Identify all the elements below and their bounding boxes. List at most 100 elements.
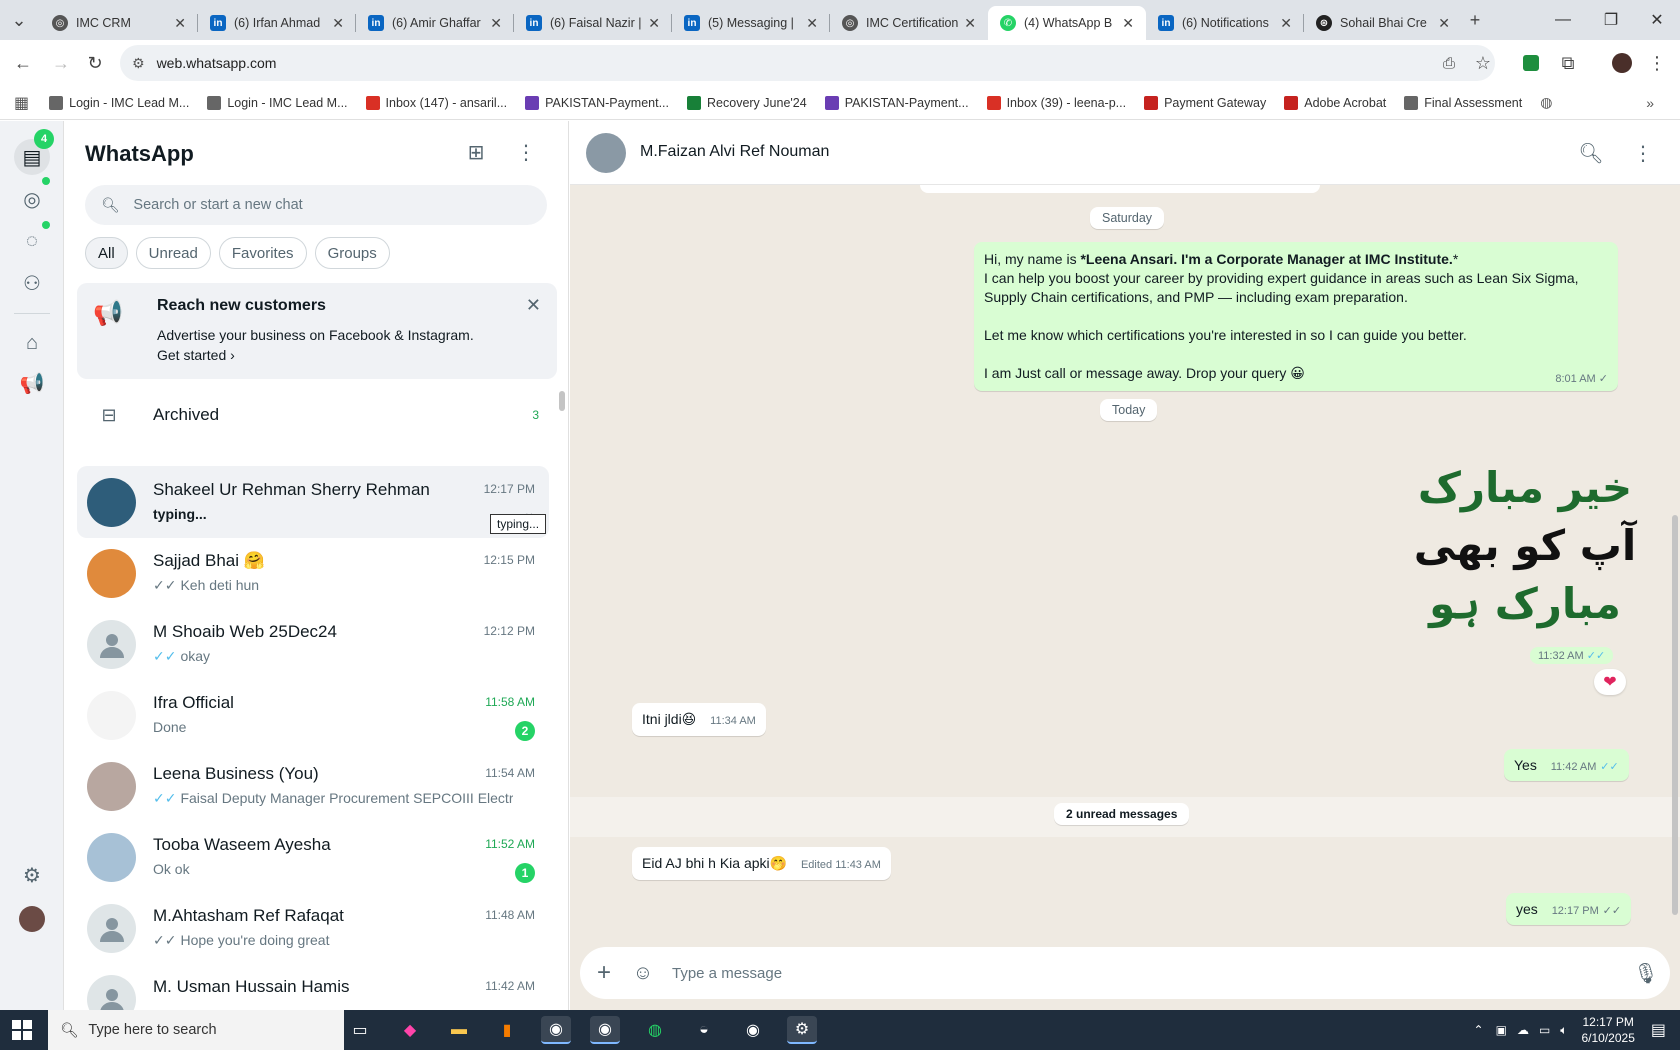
browser-tab[interactable]: in (6) Faisal Nazir | ✕ xyxy=(514,6,672,40)
message-input[interactable]: Type a message xyxy=(672,965,1622,982)
chevron-up-icon[interactable]: ⌃ xyxy=(1474,1023,1484,1037)
microphone-icon[interactable]: 🎙︎ xyxy=(1622,961,1670,986)
address-bar[interactable]: ⚙ web.whatsapp.com xyxy=(120,45,1495,81)
network-icon[interactable]: ▭ xyxy=(1539,1023,1550,1037)
browser-tab[interactable]: ✆ (4) WhatsApp B ✕ xyxy=(988,6,1146,40)
chat-list-item[interactable]: M Shoaib Web 25Dec24 12:12 PM ✓✓ okay xyxy=(77,608,549,680)
message-bubble[interactable]: yes 12:17 PM ✓✓ xyxy=(1506,893,1632,925)
search-icon[interactable]: 🔍︎ xyxy=(1576,138,1606,168)
bookmark-item[interactable]: Login - IMC Lead M... xyxy=(49,95,189,110)
communities-icon[interactable]: ⚇ xyxy=(16,267,48,299)
advertise-icon[interactable]: 📢 xyxy=(16,367,48,399)
bookmark-item[interactable]: Adobe Acrobat xyxy=(1284,95,1386,110)
chat-list-item[interactable]: Leena Business (You) 11:54 AM ✓✓ Faisal Dep… xyxy=(77,750,549,822)
archived-row[interactable]: ⊟ Archived 3 xyxy=(85,379,547,451)
chrome-icon[interactable]: ◉ xyxy=(738,1016,768,1044)
message-bubble[interactable]: Hi, my name is *Leena Ansari. I'm a Corp… xyxy=(974,242,1618,391)
catalog-icon[interactable]: ⌂ xyxy=(16,327,48,359)
contact-avatar[interactable] xyxy=(586,133,626,173)
filter-favorites[interactable]: Favorites xyxy=(218,237,307,269)
new-tab-button[interactable]: + xyxy=(1460,5,1490,35)
tab-close-icon[interactable]: ✕ xyxy=(1122,15,1134,32)
bookmark-item[interactable]: Payment Gateway xyxy=(1144,95,1266,110)
menu-icon[interactable]: ⋮ xyxy=(511,137,541,167)
sticker-emoji-icon[interactable]: ☺ xyxy=(628,962,658,985)
search-input[interactable]: 🔍︎ Search or start a new chat xyxy=(85,185,547,225)
browser-tab[interactable]: ◎ IMC Certification ✕ xyxy=(830,6,988,40)
filter-groups[interactable]: Groups xyxy=(314,237,390,269)
task-view-icon[interactable]: ▭ xyxy=(345,1016,375,1044)
contact-name[interactable]: M.Faizan Alvi Ref Nouman xyxy=(640,143,829,161)
status-icon[interactable]: ◎ xyxy=(16,183,48,215)
extension-icon[interactable] xyxy=(1516,48,1546,78)
bookmarks-overflow-icon[interactable]: » xyxy=(1646,95,1654,111)
tab-close-icon[interactable]: ✕ xyxy=(806,15,818,32)
bookmark-item[interactable]: Recovery June'24 xyxy=(687,95,807,110)
promo-get-started[interactable]: Get started › xyxy=(157,347,235,363)
chrome-icon[interactable]: ◉ xyxy=(590,1016,620,1044)
filter-all[interactable]: All xyxy=(85,237,128,269)
bookmark-item[interactable]: Inbox (39) - leena-p... xyxy=(986,95,1126,110)
install-app-icon[interactable]: ⎙ xyxy=(1434,48,1464,78)
tab-close-icon[interactable]: ✕ xyxy=(648,15,660,32)
forward-button[interactable]: → xyxy=(46,48,76,78)
bookmark-more-icon[interactable]: ◍ xyxy=(1540,94,1552,111)
tab-close-icon[interactable]: ✕ xyxy=(332,15,344,32)
tab-close-icon[interactable]: ✕ xyxy=(490,15,502,32)
tab-close-icon[interactable]: ✕ xyxy=(1438,15,1450,32)
list-scrollbar[interactable] xyxy=(559,391,565,411)
browser-tab[interactable]: in (6) Amir Ghaffar ✕ xyxy=(356,6,514,40)
browser-tab[interactable]: in (5) Messaging | ✕ xyxy=(672,6,830,40)
taskbar-search-input[interactable]: 🔍︎ Type here to search xyxy=(48,1010,344,1050)
notifications-icon[interactable]: ▤ xyxy=(1651,1020,1666,1040)
chat-list-item[interactable]: Tooba Waseem Ayesha 11:52 AM Ok ok 1 xyxy=(77,821,549,893)
chat-list-item[interactable]: Shakeel Ur Rehman Sherry Rehman 12:17 PM t… xyxy=(77,466,549,538)
chat-list-item[interactable]: Ifra Official 11:58 AM Done 2 xyxy=(77,679,549,751)
minimize-button[interactable]: — xyxy=(1540,0,1586,40)
back-button[interactable]: ← xyxy=(8,48,38,78)
new-chat-icon[interactable]: ⊞ xyxy=(461,137,491,167)
bookmark-item[interactable]: Final Assessment xyxy=(1404,95,1522,110)
bookmark-item[interactable]: PAKISTAN-Payment... xyxy=(525,95,669,110)
clock[interactable]: 12:17 PM 6/10/2025 xyxy=(1581,1014,1634,1046)
settings-icon[interactable]: ⚙ xyxy=(16,859,48,891)
windows-start-icon[interactable] xyxy=(12,1020,32,1040)
chrome-icon[interactable]: ◉ xyxy=(541,1016,571,1044)
app-icon[interactable]: ⚙ xyxy=(787,1016,817,1044)
reload-button[interactable]: ↻ xyxy=(80,48,110,78)
bookmark-star-icon[interactable]: ☆ xyxy=(1468,48,1498,78)
message-bubble[interactable]: Yes 11:42 AM ✓✓ xyxy=(1504,749,1629,781)
browser-menu-icon[interactable]: ⋮ xyxy=(1642,48,1672,78)
conversation-header[interactable]: M.Faizan Alvi Ref Nouman 🔍︎ ⋮ xyxy=(570,121,1680,185)
bookmark-item[interactable]: Inbox (147) - ansaril... xyxy=(365,95,507,110)
filter-unread[interactable]: Unread xyxy=(135,237,211,269)
chat-list-item[interactable]: M.Ahtasham Ref Rafaqat 11:48 AM ✓✓ Hope you… xyxy=(77,892,549,964)
browser-tab[interactable]: ◎ IMC CRM ✕ xyxy=(40,6,198,40)
restore-button[interactable]: ❐ xyxy=(1588,0,1634,40)
bookmark-item[interactable]: Login - IMC Lead M... xyxy=(207,95,348,110)
site-info-icon[interactable]: ⚙ xyxy=(132,55,145,72)
tab-search-button[interactable]: ⌄ xyxy=(4,5,34,35)
channels-icon[interactable]: ◌ xyxy=(16,225,48,257)
browser-tab[interactable]: in (6) Irfan Ahmad ✕ xyxy=(198,6,356,40)
tab-close-icon[interactable]: ✕ xyxy=(174,15,186,32)
heart-reaction-icon[interactable]: ❤ xyxy=(1594,669,1626,695)
bookmark-item[interactable]: PAKISTAN-Payment... xyxy=(824,95,969,110)
profile-avatar[interactable] xyxy=(1607,48,1637,78)
menu-icon[interactable]: ⋮ xyxy=(1628,138,1658,168)
attach-plus-icon[interactable]: + xyxy=(580,959,628,987)
close-window-button[interactable]: ✕ xyxy=(1634,0,1680,40)
chat-list-item[interactable]: M. Usman Hussain Hamis 11:42 AM xyxy=(77,963,549,1010)
promo-card[interactable]: 📢 Reach new customers Advertise your bus… xyxy=(77,283,557,379)
profile-avatar[interactable] xyxy=(16,903,48,935)
extensions-puzzle-icon[interactable]: ⧉ xyxy=(1553,48,1583,78)
message-bubble[interactable]: Itni jldi😆 11:34 AM xyxy=(632,703,766,736)
conversation-scrollbar[interactable] xyxy=(1672,515,1678,915)
browser-tab[interactable]: ⊛ Sohail Bhai Cre ✕ xyxy=(1304,6,1462,40)
app-icon[interactable]: ◒ xyxy=(689,1016,719,1044)
chat-list-item[interactable]: Sajjad Bhai 🤗 12:15 PM ✓✓ Keh deti hun xyxy=(77,537,549,609)
tab-close-icon[interactable]: ✕ xyxy=(1280,15,1292,32)
close-icon[interactable]: ✕ xyxy=(526,295,541,316)
app-icon[interactable]: ▮ xyxy=(492,1016,522,1044)
meet-icon[interactable]: ▣ xyxy=(1496,1023,1507,1037)
